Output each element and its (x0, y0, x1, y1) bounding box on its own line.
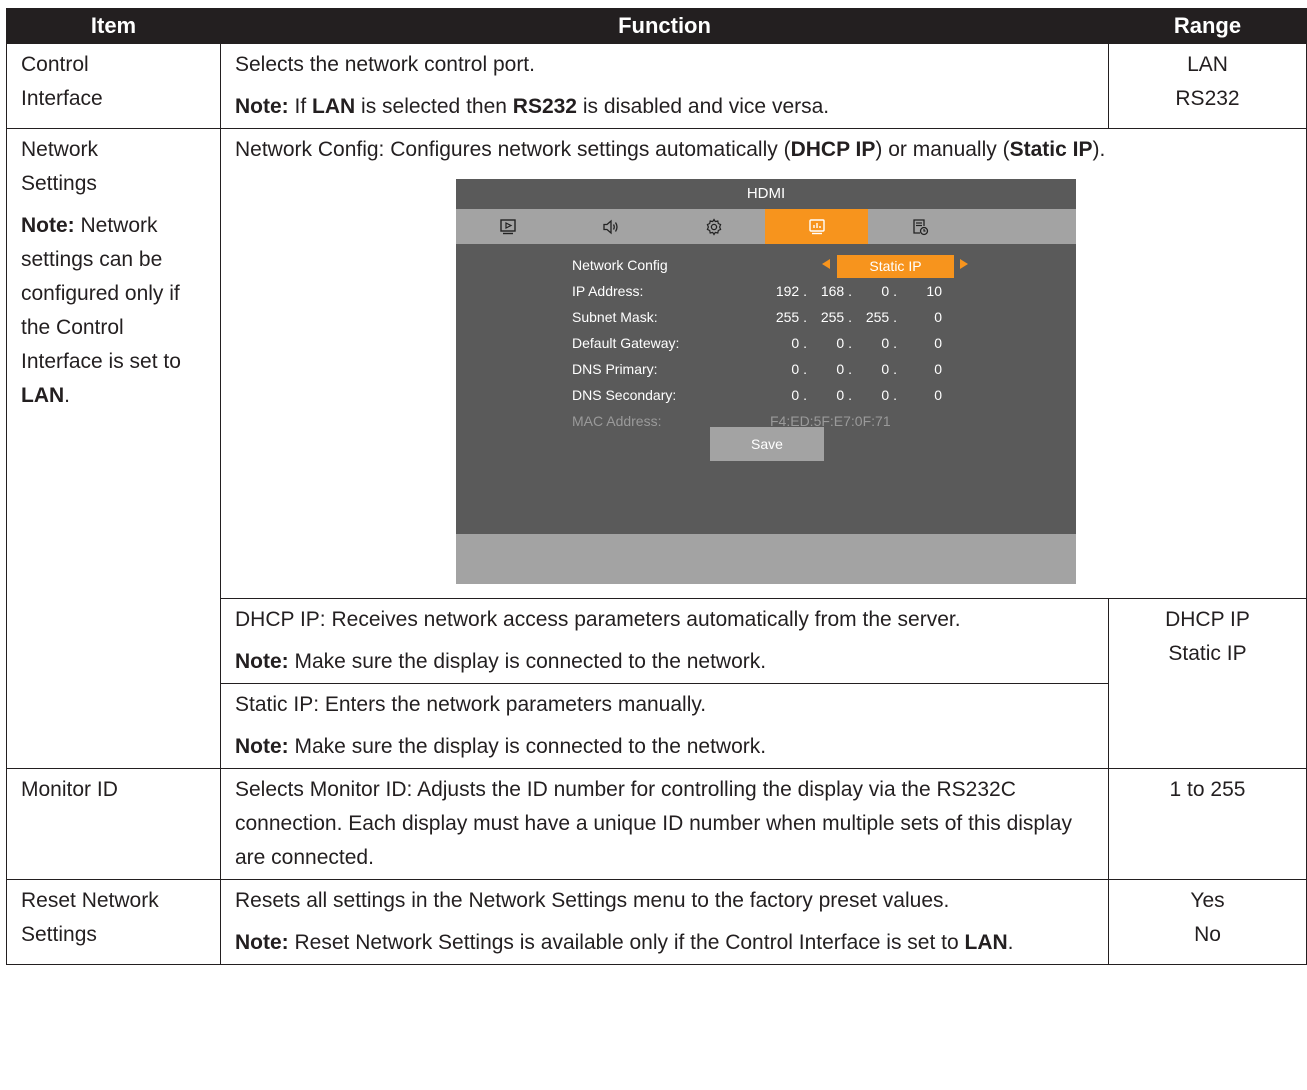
subnet-mask-value[interactable]: 255 . 255 . 255 .0 (762, 304, 942, 330)
dhcp-note: Note: Make sure the display is connected… (235, 650, 767, 673)
osd-footer (456, 534, 1076, 584)
dns-primary-row[interactable]: DNS Primary: 0 .0 .0 .0 (572, 356, 992, 382)
mac-address-label: MAC Address: (572, 413, 662, 429)
schedule-icon (912, 218, 928, 235)
control-note: Note: If LAN is selected then RS232 is d… (235, 95, 830, 118)
dns-secondary-label: DNS Secondary: (572, 387, 677, 403)
tab-settings[interactable] (662, 209, 765, 244)
range-value: No (1194, 923, 1221, 946)
dns-primary-label: DNS Primary: (572, 361, 658, 377)
left-arrow-icon[interactable] (822, 259, 830, 269)
sound-icon (602, 219, 618, 234)
save-button[interactable]: Save (710, 427, 824, 461)
tab-network[interactable] (765, 209, 868, 244)
item-control-interface: Control Interface (6, 43, 221, 129)
tab-picture[interactable] (456, 209, 559, 244)
right-arrow-icon[interactable] (960, 259, 968, 269)
tab-schedule[interactable] (868, 209, 971, 244)
dns-secondary-value[interactable]: 0 .0 .0 .0 (762, 382, 942, 408)
item-monitor-id: Monitor ID (6, 768, 221, 880)
static-note: Note: Make sure the display is connected… (235, 735, 767, 758)
dhcp-text: DHCP IP: Receives network access paramet… (235, 608, 961, 631)
settings-icon (706, 217, 721, 236)
subnet-mask-label: Subnet Mask: (572, 309, 658, 325)
osd-network-menu: HDMI Network Config Static IP IP Address… (456, 179, 1076, 584)
row-network-settings: Network Settings Note: Network settings … (6, 128, 1307, 769)
ip-address-row[interactable]: IP Address: 192 . 168 .0 . 10 (572, 278, 992, 304)
function-monitor-id: Selects Monitor ID: Adjusts the ID numbe… (220, 768, 1109, 880)
header-row: Item Function Range (6, 8, 1307, 44)
function-control-interface: Selects the network control port. Note: … (220, 43, 1109, 129)
network-config-text: Network Config: Configures network setti… (235, 138, 1106, 161)
function-dhcp-ip: DHCP IP: Receives network access paramet… (220, 598, 1109, 684)
range-control-interface: LAN RS232 (1108, 43, 1307, 129)
network-config-row[interactable]: Network Config Static IP (572, 252, 992, 278)
range-value: RS232 (1175, 87, 1240, 110)
header-function: Function (220, 8, 1109, 44)
default-gateway-label: Default Gateway: (572, 335, 680, 351)
range-value: Yes (1190, 889, 1225, 912)
osd-tab-bar (456, 209, 1076, 244)
network-item-note: Note: Network settings can be configured… (21, 214, 181, 407)
reset-text: Resets all settings in the Network Setti… (235, 889, 950, 912)
range-value: Static IP (1168, 642, 1247, 665)
default-gateway-row[interactable]: Default Gateway: 0 .0 .0 .0 (572, 330, 992, 356)
range-network-config: DHCP IP Static IP (1108, 598, 1307, 769)
range-value: LAN (1187, 53, 1228, 76)
ip-address-value[interactable]: 192 . 168 .0 . 10 (762, 278, 942, 304)
function-reset-network-settings: Resets all settings in the Network Setti… (220, 879, 1109, 965)
range-reset-network-settings: Yes No (1108, 879, 1307, 965)
dns-primary-value[interactable]: 0 .0 .0 .0 (762, 356, 942, 382)
control-function-text: Selects the network control port. (235, 53, 535, 76)
network-config-cell: Network Config: Configures network setti… (220, 128, 1307, 599)
osd-body: Network Config Static IP IP Address: 192… (456, 244, 1076, 534)
item-reset-network-settings: Reset Network Settings (6, 879, 221, 965)
tab-sound[interactable] (559, 209, 662, 244)
reset-note: Note: Reset Network Settings is availabl… (235, 931, 1014, 954)
network-item-label: Network Settings (21, 138, 99, 195)
header-range: Range (1108, 8, 1307, 44)
ip-address-label: IP Address: (572, 283, 644, 299)
network-icon (808, 218, 825, 234)
subnet-mask-row[interactable]: Subnet Mask: 255 . 255 . 255 .0 (572, 304, 992, 330)
static-text: Static IP: Enters the network parameters… (235, 693, 707, 716)
range-value: DHCP IP (1165, 608, 1250, 631)
function-static-ip: Static IP: Enters the network parameters… (220, 683, 1109, 769)
row-reset-network-settings: Reset Network Settings Resets all settin… (6, 879, 1307, 965)
network-config-label: Network Config (572, 257, 668, 273)
osd-title: HDMI (746, 185, 786, 202)
header-item: Item (6, 8, 221, 44)
range-monitor-id: 1 to 255 (1108, 768, 1307, 880)
row-monitor-id: Monitor ID Selects Monitor ID: Adjusts t… (6, 768, 1307, 880)
row-control-interface: Control Interface Selects the network co… (6, 43, 1307, 129)
dns-secondary-row[interactable]: DNS Secondary: 0 .0 .0 .0 (572, 382, 992, 408)
item-network-settings: Network Settings Note: Network settings … (6, 128, 221, 769)
settings-table: Item Function Range Control Interface Se… (6, 8, 1307, 965)
network-config-select[interactable]: Static IP (837, 255, 954, 278)
default-gateway-value[interactable]: 0 .0 .0 .0 (762, 330, 942, 356)
picture-icon (499, 218, 516, 234)
